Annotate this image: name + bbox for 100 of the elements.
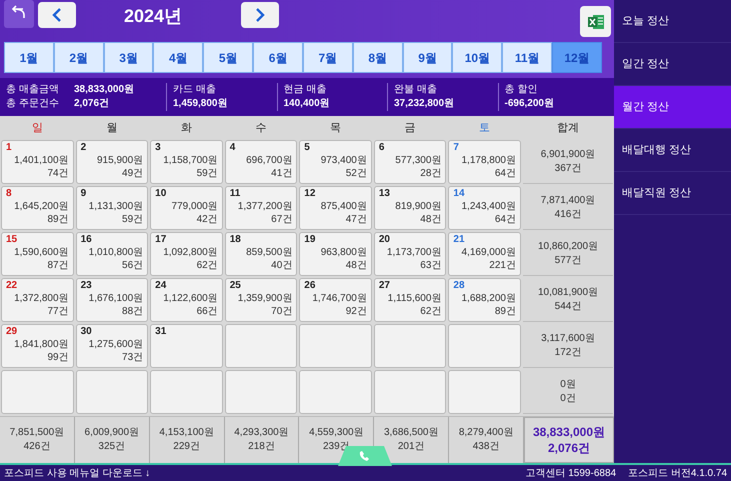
day-cell[interactable] bbox=[448, 370, 521, 414]
day-cell[interactable]: 30 1,275,600원 73건 bbox=[76, 324, 148, 368]
month-tab[interactable]: 8월 bbox=[352, 42, 403, 73]
day-cell[interactable]: 16 1,010,800원 56건 bbox=[76, 232, 148, 276]
day-cell[interactable]: 31 bbox=[150, 324, 223, 368]
day-amount: 1,372,800원 bbox=[13, 292, 69, 305]
day-cell[interactable]: 8 1,645,200원 89건 bbox=[1, 186, 74, 230]
weekday-header: 일 bbox=[30, 121, 44, 136]
day-amount: 779,000원 bbox=[170, 200, 218, 213]
column-total-amount: 6,009,900원 bbox=[84, 426, 140, 440]
day-cell[interactable]: 5 973,400원 52건 bbox=[299, 140, 372, 184]
day-cell[interactable] bbox=[224, 324, 298, 368]
excel-export-button[interactable] bbox=[580, 6, 611, 37]
summary-value: 140,400원 bbox=[284, 97, 331, 111]
day-amount: 1,746,700원 bbox=[311, 292, 367, 305]
day-cell[interactable]: 25 1,359,900원 70건 bbox=[224, 278, 298, 322]
day-cell[interactable]: 6 577,300원 28건 bbox=[374, 140, 446, 184]
month-tab[interactable]: 10월 bbox=[452, 42, 502, 73]
back-icon[interactable] bbox=[4, 0, 34, 28]
day-cell[interactable]: 4 696,700원 41건 bbox=[224, 140, 298, 184]
day-cell[interactable]: 17 1,092,800원 62건 bbox=[150, 232, 223, 276]
day-count: 89건 bbox=[494, 305, 516, 318]
day-cell[interactable]: 22 1,372,800원 77건 bbox=[1, 278, 74, 322]
day-cell[interactable]: 28 1,688,200원 89건 bbox=[448, 278, 521, 322]
day-amount: 1,645,200원 bbox=[13, 200, 69, 213]
month-tab[interactable]: 3월 bbox=[104, 42, 154, 73]
day-cell[interactable]: 26 1,746,700원 92건 bbox=[299, 278, 372, 322]
year-title: 2024년 bbox=[124, 5, 182, 28]
day-cell[interactable] bbox=[374, 370, 446, 414]
day-number: 20 bbox=[378, 233, 391, 246]
day-cell[interactable]: 3 1,158,700원 59건 bbox=[150, 140, 223, 184]
day-number: 13 bbox=[378, 187, 391, 200]
day-cell[interactable]: 21 4,169,000원 221건 bbox=[448, 232, 521, 276]
month-tab[interactable]: 1월 bbox=[4, 42, 54, 73]
month-tab[interactable]: 9월 bbox=[402, 42, 452, 73]
day-cell[interactable] bbox=[374, 324, 446, 368]
sidebar-item[interactable]: 배달직원 정산 bbox=[614, 172, 731, 215]
day-cell[interactable]: 1 1,401,100원 74건 bbox=[1, 140, 74, 184]
day-amount: 1,688,200원 bbox=[460, 292, 516, 305]
day-count: 66건 bbox=[196, 305, 218, 318]
day-count: 42건 bbox=[196, 213, 218, 226]
sidebar-item[interactable]: 오늘 정산 bbox=[614, 0, 731, 43]
day-cell[interactable] bbox=[76, 370, 148, 414]
sidebar-item[interactable]: 배달대행 정산 bbox=[614, 129, 731, 172]
spreadsheet-icon bbox=[586, 12, 604, 30]
day-cell[interactable]: 10 779,000원 42건 bbox=[150, 186, 223, 230]
day-number: 1 bbox=[6, 141, 13, 154]
day-cell[interactable]: 18 859,500원 40건 bbox=[224, 232, 298, 276]
column-total-count: 229건 bbox=[173, 440, 200, 454]
day-cell[interactable]: 14 1,243,400원 64건 bbox=[448, 186, 521, 230]
day-cell[interactable]: 12 875,400원 47건 bbox=[299, 186, 372, 230]
day-cell[interactable]: 29 1,841,800원 99건 bbox=[1, 324, 74, 368]
month-tab[interactable]: 2월 bbox=[54, 42, 104, 73]
day-cell[interactable] bbox=[448, 324, 521, 368]
day-amount: 1,275,600원 bbox=[88, 338, 144, 351]
month-tab[interactable]: 6월 bbox=[253, 42, 303, 73]
weekday-header: 화 bbox=[180, 121, 193, 136]
day-cell[interactable]: 13 819,900원 48건 bbox=[374, 186, 446, 230]
day-count: 59건 bbox=[196, 167, 218, 180]
manual-download-link[interactable]: 포스피드 사용 메뉴얼 다운로드 ↓ bbox=[4, 466, 150, 480]
day-number: 4 bbox=[230, 141, 236, 154]
column-total-amount: 3,686,500원 bbox=[384, 426, 438, 440]
day-cell[interactable] bbox=[224, 370, 298, 414]
month-tab[interactable]: 7월 bbox=[302, 42, 353, 73]
previous-year-button[interactable] bbox=[38, 2, 76, 28]
day-cell[interactable] bbox=[150, 370, 223, 414]
day-cell[interactable]: 9 1,131,300원 59건 bbox=[76, 186, 148, 230]
day-cell[interactable]: 27 1,115,600원 62건 bbox=[374, 278, 446, 322]
day-amount: 1,676,100원 bbox=[88, 292, 144, 305]
day-amount: 1,359,900원 bbox=[236, 292, 292, 305]
day-number: 9 bbox=[80, 187, 88, 200]
next-year-button[interactable] bbox=[241, 2, 279, 28]
day-amount: 1,841,800원 bbox=[13, 338, 69, 351]
day-cell[interactable]: 20 1,173,700원 63건 bbox=[374, 232, 446, 276]
week-total-count: 0건 bbox=[560, 392, 576, 406]
day-cell[interactable] bbox=[1, 370, 74, 414]
day-number: 30 bbox=[80, 325, 93, 338]
day-cell[interactable] bbox=[299, 370, 372, 414]
day-cell[interactable]: 15 1,590,600원 87건 bbox=[1, 232, 74, 276]
summary-label: 총 주문건수 bbox=[6, 97, 60, 111]
day-number: 12 bbox=[304, 187, 316, 200]
summary-label: 카드 매출 bbox=[173, 83, 217, 97]
day-cell[interactable]: 19 963,800원 48건 bbox=[299, 232, 372, 276]
day-count: 99건 bbox=[46, 351, 69, 364]
day-cell[interactable]: 2 915,900원 49건 bbox=[76, 140, 148, 184]
day-cell[interactable]: 23 1,676,100원 88건 bbox=[76, 278, 148, 322]
month-tab[interactable]: 11월 bbox=[502, 42, 552, 73]
day-number: 17 bbox=[155, 233, 168, 246]
version-text: 포스피드 버전4.1.0.74 bbox=[628, 466, 727, 480]
day-cell[interactable]: 24 1,122,600원 66건 bbox=[150, 278, 223, 322]
day-amount: 1,243,400원 bbox=[460, 200, 516, 213]
day-amount: 1,010,800원 bbox=[88, 246, 144, 259]
day-cell[interactable]: 11 1,377,200원 67건 bbox=[224, 186, 298, 230]
day-cell[interactable]: 7 1,178,800원 64건 bbox=[448, 140, 521, 184]
month-tab[interactable]: 5월 bbox=[203, 42, 254, 73]
month-tab[interactable]: 4월 bbox=[153, 42, 204, 73]
sidebar-item[interactable]: 월간 정산 bbox=[614, 86, 731, 129]
day-amount: 1,401,100원 bbox=[13, 154, 69, 167]
day-cell[interactable] bbox=[299, 324, 372, 368]
week-total-amount: 6,901,900원 bbox=[540, 148, 596, 162]
